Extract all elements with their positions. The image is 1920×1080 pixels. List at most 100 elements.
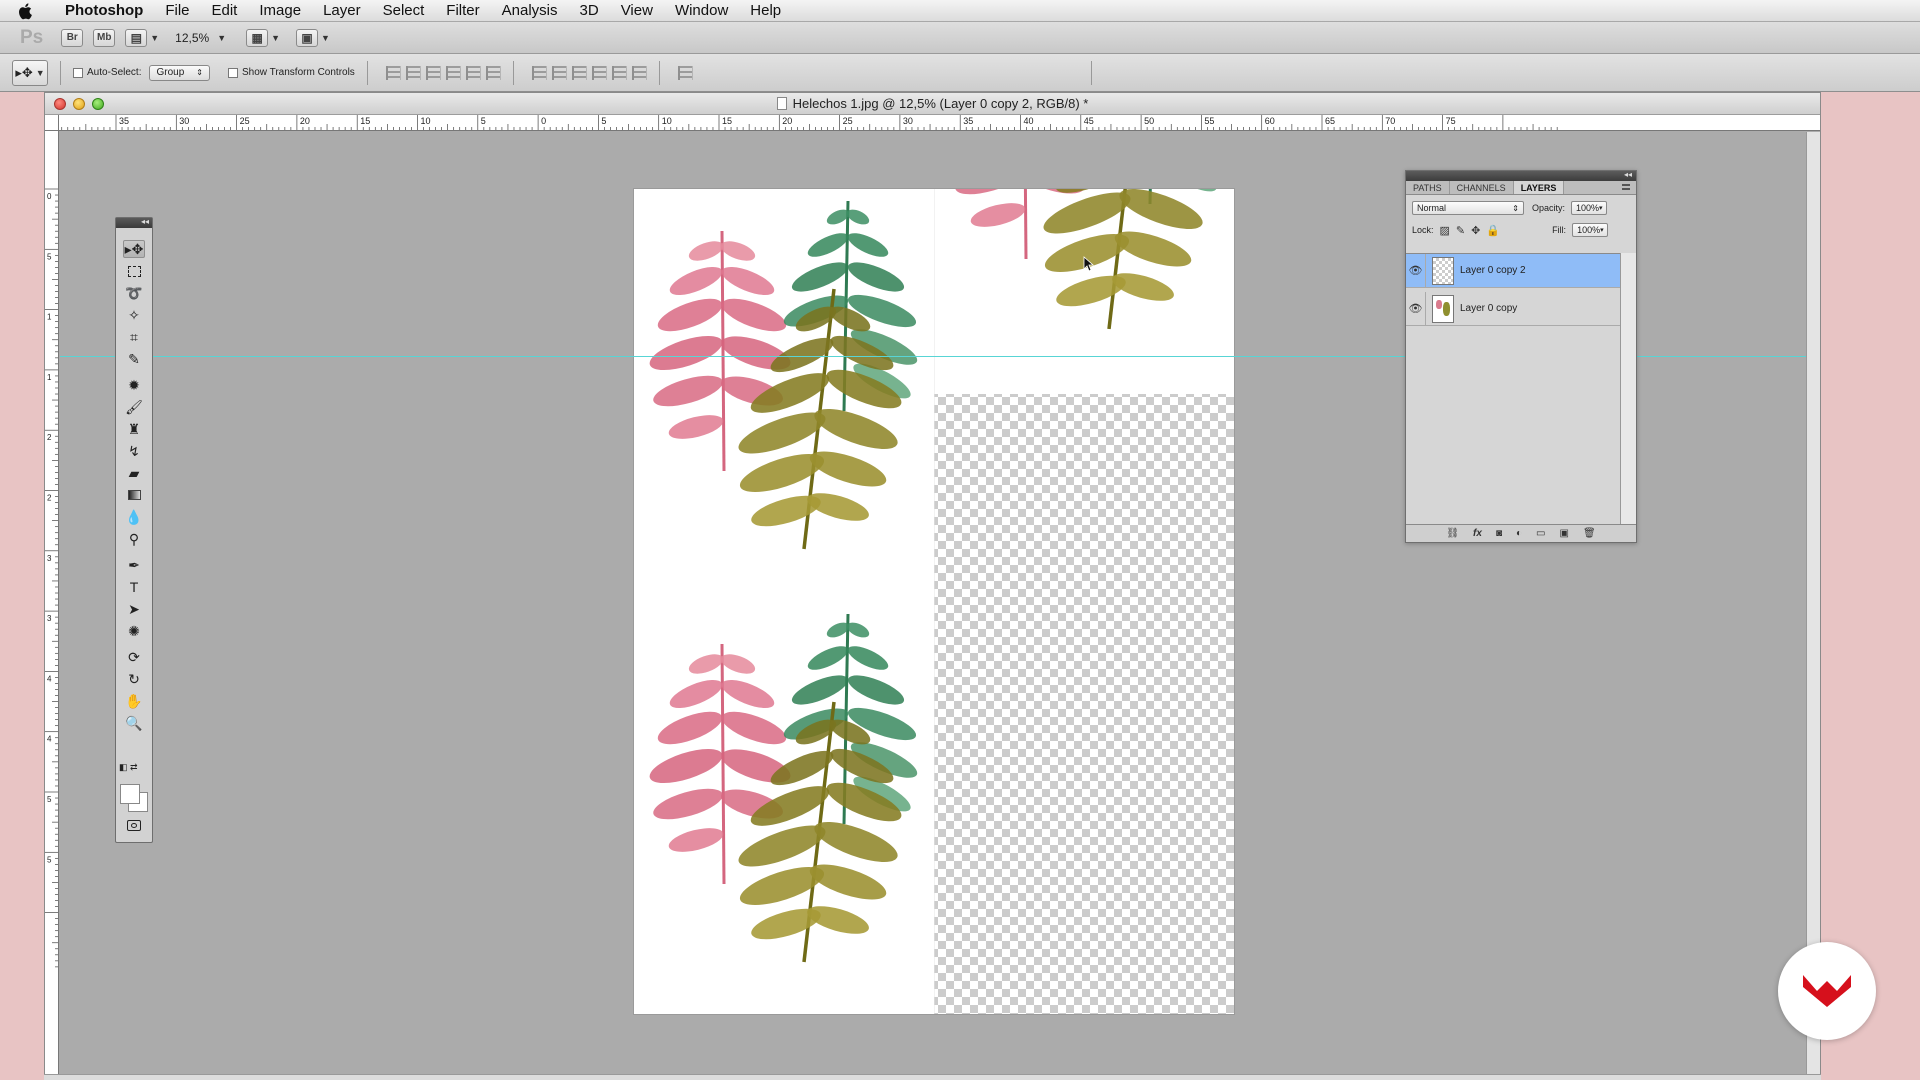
chevron-down-icon[interactable]: ▾ [1599,204,1603,212]
tab-paths[interactable]: PATHS [1406,181,1450,194]
pen-tool-icon[interactable]: ✒ [123,556,145,574]
blur-tool-icon[interactable]: 💧 [123,508,145,526]
quick-mask-icon[interactable] [123,816,145,834]
menu-select[interactable]: Select [372,2,436,19]
menu-image[interactable]: Image [248,2,312,19]
type-tool-icon[interactable]: T [123,578,145,596]
lock-transparent-icon[interactable]: ▨ [1440,224,1450,237]
close-button[interactable] [54,98,66,110]
distribute-bottom-icon[interactable] [571,65,587,80]
zoom-button[interactable] [92,98,104,110]
layer-name[interactable]: Layer 0 copy 2 [1460,265,1526,276]
shape-tool-icon[interactable]: ✺ [123,622,145,640]
layer-name[interactable]: Layer 0 copy [1460,303,1517,314]
menu-3d[interactable]: 3D [569,2,610,19]
zoom-level-dropdown[interactable]: 12,5% ▼ [175,31,226,45]
visibility-eye-icon[interactable]: 👁 [1406,254,1426,287]
link-layers-icon[interactable]: ⛓ [1446,528,1459,539]
lock-all-icon[interactable]: 🔒 [1486,224,1500,237]
view-extras-button[interactable]: ▤ ▼ [125,28,159,47]
clone-stamp-tool-icon[interactable]: ♜ [123,420,145,438]
auto-select-dropdown[interactable]: Group ⇕ [149,64,210,81]
new-layer-icon[interactable]: ▣ [1560,528,1569,539]
tool-preset-picker[interactable]: ▸✥ ▼ [12,59,48,86]
layer-row[interactable]: 👁 Layer 0 copy 2 [1406,254,1620,288]
visibility-eye-icon[interactable]: 👁 [1406,292,1426,325]
collapse-icon[interactable]: ◂◂ [141,217,149,226]
new-group-icon[interactable]: ▭ [1536,528,1545,539]
ruler-origin[interactable] [45,115,59,131]
move-tool-icon[interactable]: ▸✥ [123,240,145,258]
menu-view[interactable]: View [610,2,664,19]
menu-file[interactable]: File [154,2,200,19]
dodge-tool-icon[interactable]: ⚲ [123,530,145,548]
document-canvas[interactable] [634,189,1234,1014]
align-hcenter-icon[interactable] [465,65,481,80]
fill-field[interactable]: 100% ▾ [1572,223,1609,237]
menu-layer[interactable]: Layer [312,2,372,19]
default-colors-icon[interactable]: ◧ ⇄ [119,762,138,773]
layers-scrollbar[interactable] [1620,253,1636,529]
magic-wand-tool-icon[interactable]: ✧ [123,306,145,324]
layer-style-icon[interactable]: fx [1473,528,1482,539]
align-right-icon[interactable] [485,65,501,80]
lasso-tool-icon[interactable]: ➰ [123,284,145,302]
chevron-down-icon[interactable]: ▾ [1600,226,1604,234]
align-bottom-icon[interactable] [425,65,441,80]
add-mask-icon[interactable]: ◙ [1496,528,1502,539]
menu-photoshop[interactable]: Photoshop [54,2,154,19]
foreground-color-swatch[interactable] [120,784,140,804]
collapse-icon[interactable]: ◂◂ [1624,170,1632,179]
menu-edit[interactable]: Edit [201,2,249,19]
align-vcenter-icon[interactable] [405,65,421,80]
zoom-tool-icon[interactable]: 🔍 [123,714,145,732]
menu-analysis[interactable]: Analysis [491,2,569,19]
eraser-tool-icon[interactable]: ▰ [123,464,145,482]
lock-image-icon[interactable]: ✎ [1456,224,1465,237]
layers-panel-header[interactable]: ◂◂ [1406,170,1636,181]
panel-menu-icon[interactable] [1622,184,1630,190]
menu-window[interactable]: Window [664,2,739,19]
gradient-tool-icon[interactable] [123,486,145,504]
menu-help[interactable]: Help [739,2,792,19]
spot-healing-tool-icon[interactable]: ✹ [123,376,145,394]
hand-tool-icon[interactable]: ✋ [123,692,145,710]
marquee-tool-icon[interactable] [123,262,145,280]
lock-position-icon[interactable]: ✥ [1471,224,1480,237]
layer-row[interactable]: 👁 Layer 0 copy [1406,292,1620,326]
distribute-top-icon[interactable] [531,65,547,80]
align-top-icon[interactable] [385,65,401,80]
history-brush-tool-icon[interactable]: ↯ [123,442,145,460]
distribute-left-icon[interactable] [591,65,607,80]
distribute-right-icon[interactable] [631,65,647,80]
adjustment-layer-icon[interactable]: ◐ [1516,528,1522,539]
3d-orbit-tool-icon[interactable]: ↻ [123,670,145,688]
screen-mode-button[interactable]: ▣ ▼ [296,28,330,47]
minimize-button[interactable] [73,98,85,110]
vertical-ruler[interactable]: 0 5 1 1 2 2 3 3 4 4 5 5 [45,131,59,1079]
crop-tool-icon[interactable]: ⌗ [123,328,145,346]
show-transform-checkbox[interactable]: Show Transform Controls [227,67,355,78]
delete-layer-icon[interactable]: 🗑 [1583,528,1596,539]
tools-panel-header[interactable]: ◂◂ [116,217,152,228]
menu-filter[interactable]: Filter [435,2,490,19]
horizontal-ruler[interactable]: 35 30 25 20 15 10 5 0 5 10 15 20 25 30 35 40 45 50 55 60 65 7… [59,115,1820,131]
brush-tool-icon[interactable]: 🖌 [123,398,145,416]
bridge-button[interactable]: Br [61,28,84,47]
apple-menu-icon[interactable] [18,2,36,20]
align-left-icon[interactable] [445,65,461,80]
opacity-field[interactable]: 100% ▾ [1571,201,1608,215]
3d-rotate-tool-icon[interactable]: ⟳ [123,648,145,666]
path-selection-tool-icon[interactable]: ➤ [123,600,145,618]
tab-layers[interactable]: LAYERS [1513,181,1565,194]
auto-align-layers-icon[interactable] [677,65,693,80]
auto-select-checkbox[interactable]: Auto-Select: [73,67,141,78]
vertical-scrollbar[interactable] [1806,132,1820,1078]
eyedropper-tool-icon[interactable]: ✎ [123,350,145,368]
distribute-vcenter-icon[interactable] [551,65,567,80]
blend-mode-dropdown[interactable]: Normal ⇕ [1412,201,1524,215]
document-title-bar[interactable]: Helechos 1.jpg @ 12,5% (Layer 0 copy 2, … [45,93,1820,115]
tab-channels[interactable]: CHANNELS [1450,181,1514,194]
mini-bridge-button[interactable]: Mb [93,28,116,47]
distribute-hcenter-icon[interactable] [611,65,627,80]
